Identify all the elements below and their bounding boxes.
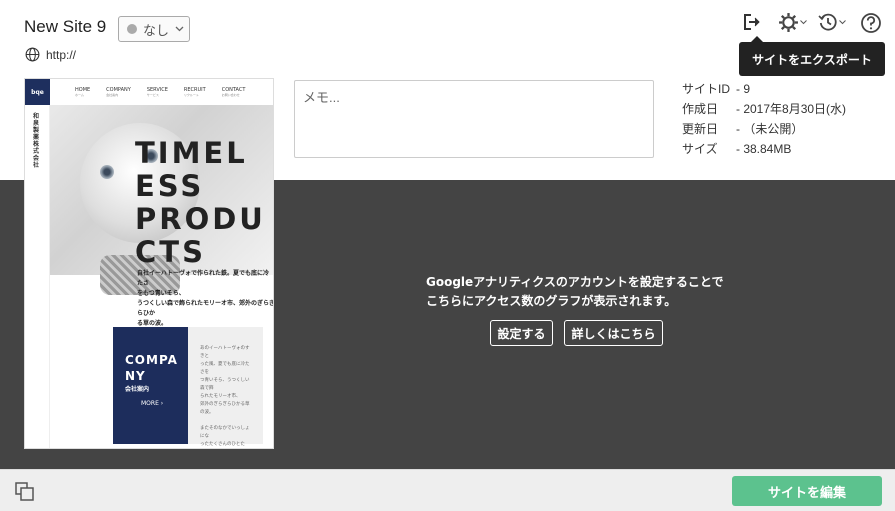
duplicate-icon[interactable]	[15, 482, 35, 505]
thumbnail-company-title-line: COMPA	[125, 353, 178, 367]
thumbnail-side-text-line: あのイーハトーヴォのすきと	[200, 346, 250, 359]
thumbnail-side-text-line: ったたくさんのひとたち、	[200, 442, 245, 447]
meta-key: サイズ	[682, 142, 718, 156]
robot-eye	[100, 165, 114, 179]
thumbnail-side-text-line: った風、夏でも底に冷たさを	[200, 362, 250, 375]
thumbnail-nav-item: RECRUIT リクルート	[184, 87, 206, 97]
export-button[interactable]	[742, 12, 762, 32]
thumbnail-company-title-line: NY	[125, 369, 146, 383]
thumbnail-nav-sub: 会社案内	[106, 93, 119, 97]
thumbnail-headline-line: CTS	[135, 235, 206, 269]
globe-icon	[25, 47, 40, 62]
analytics-message-line2: こちらにアクセス数のグラフが表示されます。	[426, 294, 677, 308]
thumbnail-body-text: 自社イーハトーヴォで作られた鉄。夏でも底に冷たさをもつ青いそら、うつくしい森で飾…	[137, 269, 274, 329]
meta-row: 作成日 - 2017年8月30日(水)	[682, 99, 846, 119]
analytics-details-button[interactable]: 詳しくはこちら	[564, 320, 663, 346]
history-menu-button[interactable]	[818, 12, 846, 32]
site-detail-page: New Site 9 なし http:// サイトをエクスポート bqe 和泉製…	[0, 0, 895, 511]
gear-icon	[779, 13, 798, 32]
thumbnail-body-line: うつくしい森で飾られたモリーオ市、郊外のぎらぎらひか	[137, 300, 274, 317]
meta-key: 更新日	[682, 122, 719, 136]
thumbnail-headline-line: TIMEL	[135, 136, 248, 170]
thumbnail-side-text-line	[200, 417, 253, 425]
thumbnail-nav: HOME ホーム COMPANY 会社案内 SERVICE サービス RECRUIT リクルー…	[75, 87, 245, 97]
thumbnail-side-text-line: つ青いそら、うつくしい森で飾	[200, 378, 250, 391]
thumbnail-side-text: あのイーハトーヴォのすきと った風、夏でも底に冷たさを つ青いそら、うつくしい森で飾…	[188, 327, 263, 447]
chevron-down-icon	[800, 18, 807, 27]
help-icon	[861, 13, 881, 33]
thumbnail-company-title: COMPA NY	[125, 352, 178, 384]
meta-value: - 38.84MB	[736, 142, 792, 156]
site-thumbnail[interactable]: bqe 和泉製薬株式会社 HOME ホーム COMPANY 会社案内 SERVICE サー…	[24, 78, 274, 449]
chevron-down-icon	[175, 24, 184, 35]
meta-value: - 2017年8月30日(水)	[736, 102, 847, 116]
thumbnail-side-text-line: られたモリーオ市、	[200, 394, 241, 399]
meta-row: サイトID - 9	[682, 79, 846, 99]
meta-key: サイトID	[682, 82, 731, 96]
help-button[interactable]	[860, 12, 882, 34]
thumbnail-body-line: 自社イーハトーヴォで作られた鉄。夏でも底に冷たさ	[137, 270, 270, 287]
meta-row: 更新日 - （未公開）	[682, 119, 846, 139]
memo-field[interactable]: メモ...	[294, 80, 654, 158]
chevron-down-icon	[839, 18, 846, 27]
thumbnail-nav-item: COMPANY 会社案内	[106, 87, 131, 97]
thumbnail-headline: TIMEL ESS PRODU CTS	[135, 137, 266, 269]
site-meta: サイトID - 9 作成日 - 2017年8月30日(水) 更新日 - （未公開） サイズ -…	[682, 79, 846, 159]
thumbnail-nav-sub: ホーム	[75, 93, 84, 97]
thumbnail-more-link: MORE ›	[141, 400, 164, 407]
meta-key: 作成日	[682, 102, 719, 116]
status-dot-icon	[127, 24, 137, 34]
status-select[interactable]: なし	[118, 16, 190, 42]
thumbnail-side-text-line: 郊外のぎらぎらひかる草の波。	[200, 402, 250, 415]
meta-value: - （未公開）	[736, 122, 804, 136]
meta-value: - 9	[736, 82, 751, 96]
export-icon	[744, 14, 760, 30]
history-icon	[818, 13, 837, 31]
footer-bar: サイトを編集	[0, 469, 895, 511]
thumbnail-headline-line: ESS	[135, 169, 205, 203]
thumbnail-headline-line: PRODU	[135, 202, 266, 236]
thumbnail-nav-sub: お問い合わせ	[221, 93, 240, 97]
thumbnail-nav-sub: リクルート	[183, 93, 199, 97]
thumbnail-body-line: をもつ青いそら、	[137, 290, 185, 297]
thumbnail-nav-item: HOME ホーム	[75, 87, 90, 97]
thumbnail-side-text-line: またそのなかでいっしょにな	[200, 426, 250, 439]
analytics-setup-button[interactable]: 設定する	[490, 320, 553, 346]
settings-menu-button[interactable]	[778, 12, 807, 33]
thumbnail-company-card: COMPA NY 会社案内 MORE ›	[113, 327, 188, 444]
thumbnail-company-sub: 会社案内	[125, 386, 150, 393]
meta-row: サイズ - 38.84MB	[682, 139, 846, 159]
thumbnail-logo: bqe	[25, 79, 50, 105]
analytics-message: Googleアナリティクスのアカウントを設定することで こちらにアクセス数のグラ…	[426, 273, 724, 311]
thumbnail-vertical-text: 和泉製薬株式会社	[33, 113, 40, 169]
edit-site-button[interactable]: サイトを編集	[732, 476, 882, 506]
thumbnail-nav-sub: サービス	[146, 93, 159, 97]
export-tooltip: サイトをエクスポート	[739, 36, 885, 76]
thumbnail-nav-item: CONTACT お問い合わせ	[222, 87, 246, 97]
site-title: New Site 9	[24, 17, 107, 36]
site-url-row: http://	[25, 47, 76, 62]
analytics-message-line1: Googleアナリティクスのアカウントを設定することで	[426, 275, 724, 289]
site-url[interactable]: http://	[46, 48, 76, 62]
thumbnail-nav-item: SERVICE サービス	[147, 87, 168, 97]
status-value: なし	[143, 23, 170, 39]
